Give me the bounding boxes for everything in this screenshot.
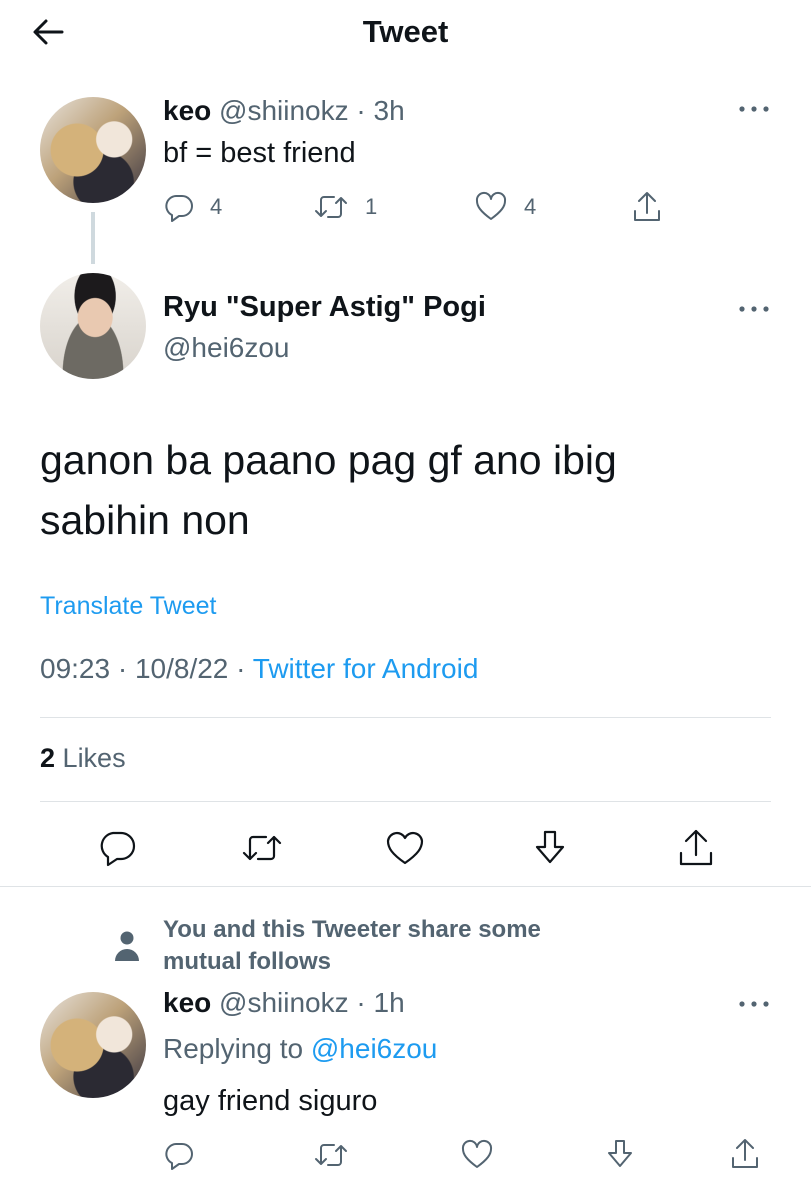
likes-label: Likes xyxy=(62,743,126,773)
avatar-keo[interactable] xyxy=(40,992,146,1098)
more-dots-icon[interactable] xyxy=(737,996,771,1012)
reply-bubble-icon[interactable] xyxy=(162,1138,196,1172)
author-name[interactable]: Ryu "Super Astig" Pogi xyxy=(163,291,486,324)
person-icon xyxy=(114,930,140,962)
author-handle[interactable]: @shiinokz xyxy=(219,95,349,126)
heart-icon[interactable] xyxy=(384,827,426,869)
translate-link[interactable]: Translate Tweet xyxy=(40,592,216,621)
reply-bubble-icon xyxy=(162,190,196,224)
tweet-header: keo @shiinokz · 1h xyxy=(163,987,405,1019)
retweet-icon[interactable] xyxy=(240,828,284,868)
divider xyxy=(40,801,771,802)
likes-summary[interactable]: 2 Likes xyxy=(40,743,126,774)
tweet-header: keo @shiinokz · 3h xyxy=(163,95,405,127)
heart-icon[interactable] xyxy=(460,1138,494,1172)
tweet-meta: 09:23 · 10/8/22 · Twitter for Android xyxy=(40,653,478,685)
author-handle[interactable]: @shiinokz xyxy=(219,987,349,1018)
tweet-source[interactable]: Twitter for Android xyxy=(253,653,479,684)
reply-bubble-icon[interactable] xyxy=(96,827,138,869)
avatar-ryu[interactable] xyxy=(40,273,146,379)
avatar-keo[interactable] xyxy=(40,97,146,203)
thread-line xyxy=(91,212,95,264)
download-arrow-icon[interactable] xyxy=(603,1137,637,1173)
reply-action[interactable]: 4 xyxy=(162,190,222,224)
replying-handle-link[interactable]: @hei6zou xyxy=(311,1033,438,1064)
download-arrow-icon[interactable] xyxy=(529,827,571,869)
tweet-text: ganon ba paano pag gf ano ibig sabihin n… xyxy=(40,430,617,550)
mutual-line-1: You and this Tweeter share some xyxy=(163,916,541,943)
share-icon[interactable] xyxy=(728,1136,762,1172)
like-action[interactable]: 4 xyxy=(474,190,536,224)
mutual-line-2: mutual follows xyxy=(163,948,331,975)
replying-prefix: Replying to xyxy=(163,1033,304,1064)
reply-count: 4 xyxy=(210,194,223,219)
more-dots-icon[interactable] xyxy=(737,101,771,117)
tweet-text-line-2: sabihin non xyxy=(40,497,250,543)
author-name[interactable]: keo xyxy=(163,95,211,126)
tweet-text: gay friend siguro xyxy=(163,1085,378,1117)
tweet-time: · 3h xyxy=(356,95,405,126)
page-title: Tweet xyxy=(362,14,449,49)
tweet-text-line-1: ganon ba paano pag gf ano ibig xyxy=(40,437,617,483)
author-name[interactable]: keo xyxy=(163,987,211,1018)
divider xyxy=(40,717,771,718)
retweet-action[interactable]: 1 xyxy=(313,190,377,224)
author-handle[interactable]: @hei6zou xyxy=(163,332,290,364)
likes-count: 2 xyxy=(40,743,56,773)
tweet-timestamp: 09:23 · 10/8/22 · xyxy=(40,653,246,684)
share-icon[interactable] xyxy=(675,826,717,870)
replying-to: Replying to @hei6zou xyxy=(163,1033,437,1065)
share-icon[interactable] xyxy=(630,189,664,225)
tweet-text: bf = best friend xyxy=(163,137,356,169)
more-dots-icon[interactable] xyxy=(737,301,771,317)
like-count: 4 xyxy=(524,194,537,219)
retweet-icon xyxy=(313,190,349,224)
mutual-follows-notice: You and this Tweeter share some mutual f… xyxy=(163,914,541,978)
heart-icon xyxy=(474,190,508,224)
tweet-time: · 1h xyxy=(356,987,405,1018)
retweet-icon[interactable] xyxy=(313,1138,349,1172)
section-divider xyxy=(0,886,811,887)
retweet-count: 1 xyxy=(365,194,378,219)
